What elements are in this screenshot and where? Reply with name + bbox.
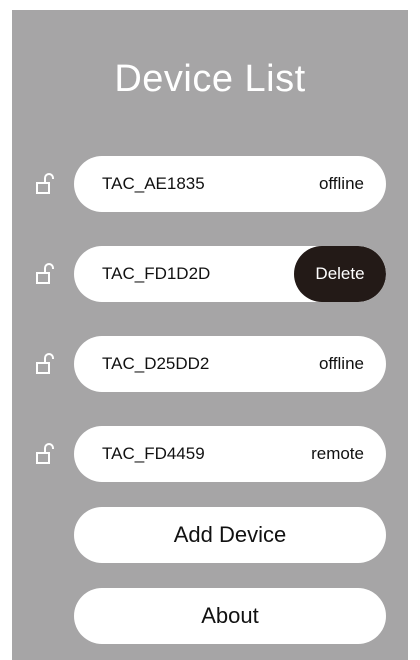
lock-open-icon xyxy=(36,353,58,375)
device-item[interactable]: TAC_D25DD2 offline xyxy=(74,336,386,392)
page-title: Device List xyxy=(114,58,306,100)
device-status: remote xyxy=(311,444,364,463)
about-button[interactable]: About xyxy=(74,588,386,644)
lock-open-icon xyxy=(36,263,58,285)
device-status: offline xyxy=(318,354,364,373)
device-item[interactable]: TAC_FD4459 remote xyxy=(74,426,386,482)
lock-open-icon xyxy=(36,173,58,195)
lock-open-icon xyxy=(36,443,58,465)
device-name: TAC_FD1D2D xyxy=(102,264,211,283)
add-device-button[interactable]: Add Device xyxy=(74,507,386,563)
device-status: offline xyxy=(318,174,364,193)
device-name: TAC_AE1835 xyxy=(102,174,205,193)
device-name: TAC_D25DD2 xyxy=(102,354,210,373)
delete-button[interactable]: Delete xyxy=(294,246,386,302)
device-list-screen: Device List TAC_AE1835 offline TAC_FD1D2… xyxy=(12,10,408,660)
device-item[interactable]: TAC_FD1D2D Delete xyxy=(74,246,386,302)
device-item[interactable]: TAC_AE1835 offline xyxy=(74,156,386,212)
device-name: TAC_FD4459 xyxy=(102,444,205,463)
